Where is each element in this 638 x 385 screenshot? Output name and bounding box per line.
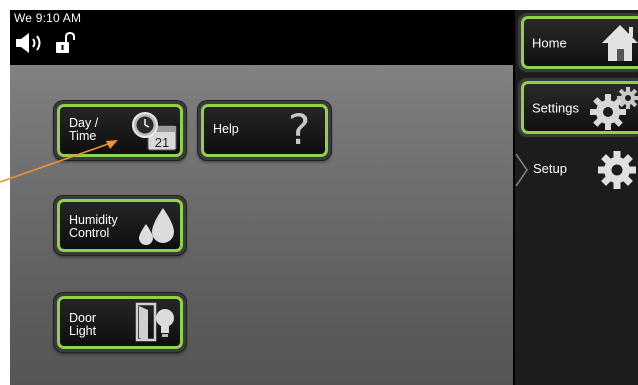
annotation-arrow xyxy=(0,140,118,183)
